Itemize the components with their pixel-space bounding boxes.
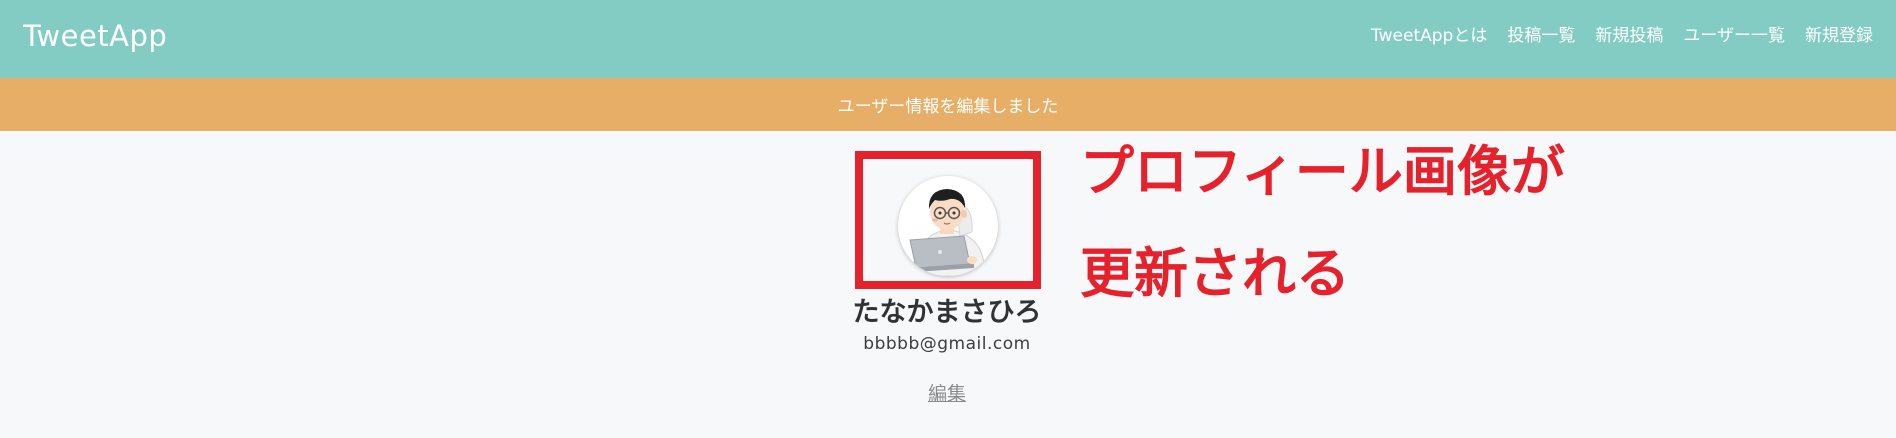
nav-posts-link[interactable]: 投稿一覧 bbox=[1507, 24, 1575, 48]
profile-email: bbbbb@gmail.com bbox=[863, 334, 1031, 354]
nav-about-link[interactable]: TweetAppとは bbox=[1371, 24, 1487, 48]
profile-avatar bbox=[898, 176, 998, 276]
flash-message: ユーザー情報を編集しました bbox=[837, 97, 1059, 117]
flash-message-bar: ユーザー情報を編集しました bbox=[0, 78, 1896, 131]
user-illustration-icon bbox=[909, 189, 985, 276]
nav-signup-link[interactable]: 新規登録 bbox=[1805, 24, 1873, 48]
edit-profile-link[interactable]: 編集 bbox=[922, 381, 972, 407]
nav-new-post-link[interactable]: 新規投稿 bbox=[1595, 24, 1663, 48]
main-nav: TweetAppとは 投稿一覧 新規投稿 ユーザー一覧 新規登録 bbox=[1371, 24, 1873, 48]
profile-name: たなかまさひろ bbox=[852, 297, 1042, 328]
annotation-text-line1: プロフィール画像が bbox=[1080, 140, 1565, 203]
site-header: TweetApp TweetAppとは 投稿一覧 新規投稿 ユーザー一覧 新規登… bbox=[0, 0, 1896, 78]
annotation-text-line2: 更新される bbox=[1080, 242, 1350, 305]
nav-users-link[interactable]: ユーザー一覧 bbox=[1683, 24, 1785, 48]
brand-logo[interactable]: TweetApp bbox=[23, 18, 167, 54]
